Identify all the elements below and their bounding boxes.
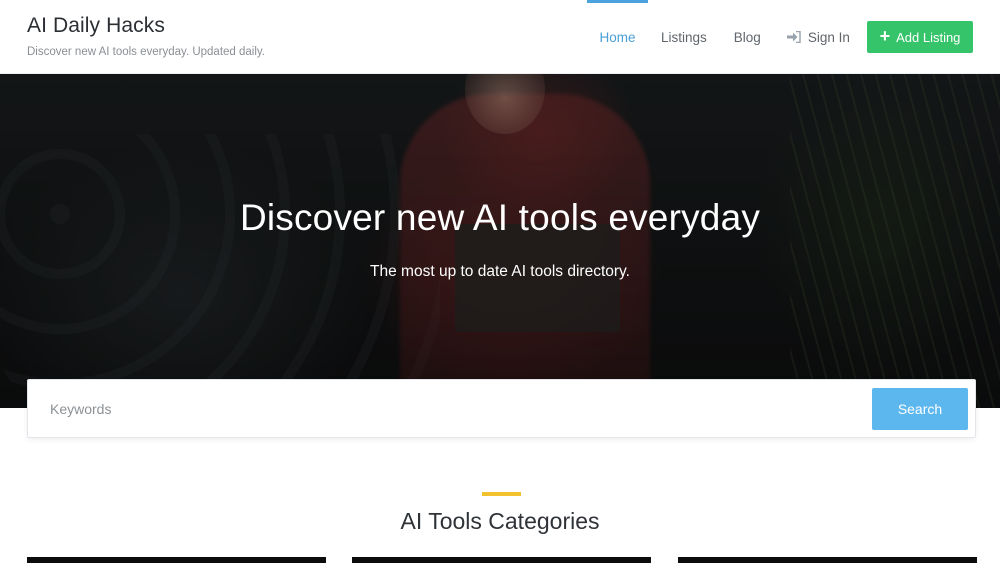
search-bar: Search	[27, 379, 976, 438]
add-listing-button[interactable]: + Add Listing	[867, 21, 973, 53]
site-title[interactable]: AI Daily Hacks	[27, 14, 265, 38]
sign-in-icon	[786, 31, 801, 43]
plus-icon: +	[879, 26, 891, 46]
hero-overlay	[0, 74, 1000, 408]
add-listing-label: Add Listing	[896, 29, 961, 45]
nav-item-sign-in[interactable]: Sign In	[786, 0, 850, 74]
hero-banner: Discover new AI tools everyday The most …	[0, 74, 1000, 408]
hero-subtitle: The most up to date AI tools directory.	[370, 263, 630, 280]
hero-title: Discover new AI tools everyday	[239, 197, 761, 238]
nav-item-blog[interactable]: Blog	[734, 0, 761, 74]
search-button[interactable]: Search	[872, 388, 968, 430]
sign-in-label: Sign In	[807, 29, 850, 45]
category-card[interactable]	[352, 557, 651, 563]
category-card[interactable]	[27, 557, 326, 563]
site-header: AI Daily Hacks Discover new AI tools eve…	[0, 0, 1000, 74]
nav-item-home[interactable]: Home	[587, 0, 648, 74]
category-card[interactable]	[678, 557, 977, 563]
site-tagline: Discover new AI tools everyday. Updated …	[27, 46, 265, 58]
brand[interactable]: AI Daily Hacks Discover new AI tools eve…	[27, 14, 265, 58]
main-nav: Home Listings Blog Sign In	[587, 0, 850, 74]
section-accent-bar	[482, 492, 521, 496]
keywords-input[interactable]	[29, 381, 869, 436]
categories-title: AI Tools Categories	[400, 508, 600, 534]
nav-item-listings[interactable]: Listings	[661, 0, 707, 74]
